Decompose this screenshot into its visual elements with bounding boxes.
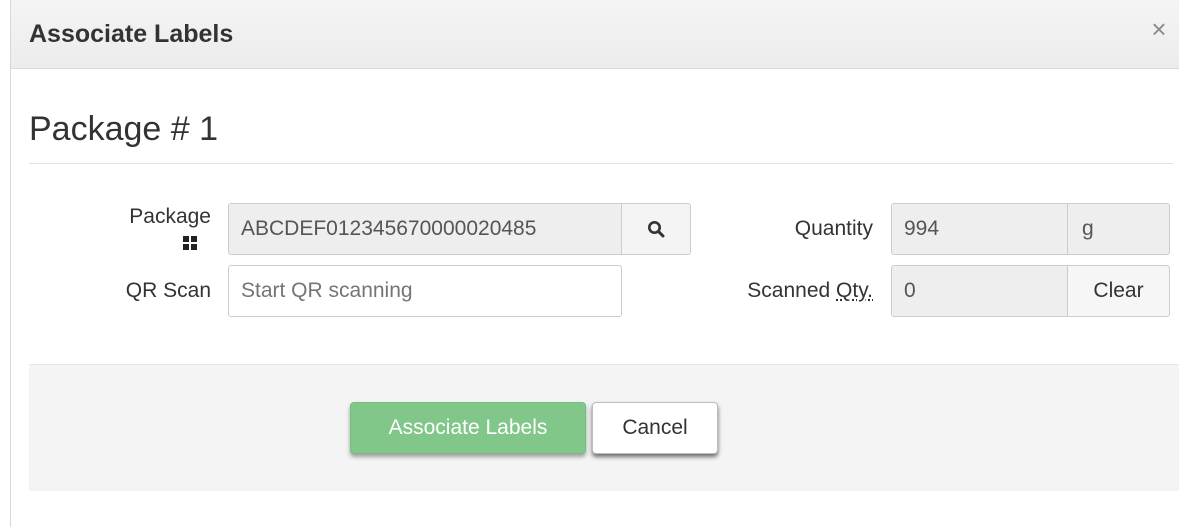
search-icon [648,221,665,238]
scanned-qty-field[interactable]: 0 [891,265,1068,317]
cancel-button[interactable]: Cancel [592,402,718,454]
clear-button[interactable]: Clear [1067,265,1170,317]
dialog-header: Associate Labels × [11,0,1179,69]
package-search-button[interactable] [621,203,691,255]
qr-scan-input[interactable] [228,265,622,317]
quantity-label: Quantity [794,217,873,240]
close-icon[interactable]: × [1146,14,1172,44]
qr-scan-label: QR Scan [125,279,211,302]
scanned-qty-label: Scanned Qty. [711,279,873,303]
scanned-qty-prefix: Scanned [747,279,837,302]
grid-icon[interactable] [183,236,197,250]
quantity-unit: g [1067,203,1170,255]
package-heading: Package # 1 [29,110,219,148]
dialog-title: Associate Labels [29,20,234,48]
associate-labels-button[interactable]: Associate Labels [350,402,586,454]
section-divider [29,163,1173,164]
scanned-qty-abbr: Qty. [836,279,873,302]
quantity-field[interactable]: 994 [891,203,1068,255]
package-label: Package [129,205,211,228]
package-id-field[interactable]: ABCDEF012345670000020485 [228,203,622,255]
